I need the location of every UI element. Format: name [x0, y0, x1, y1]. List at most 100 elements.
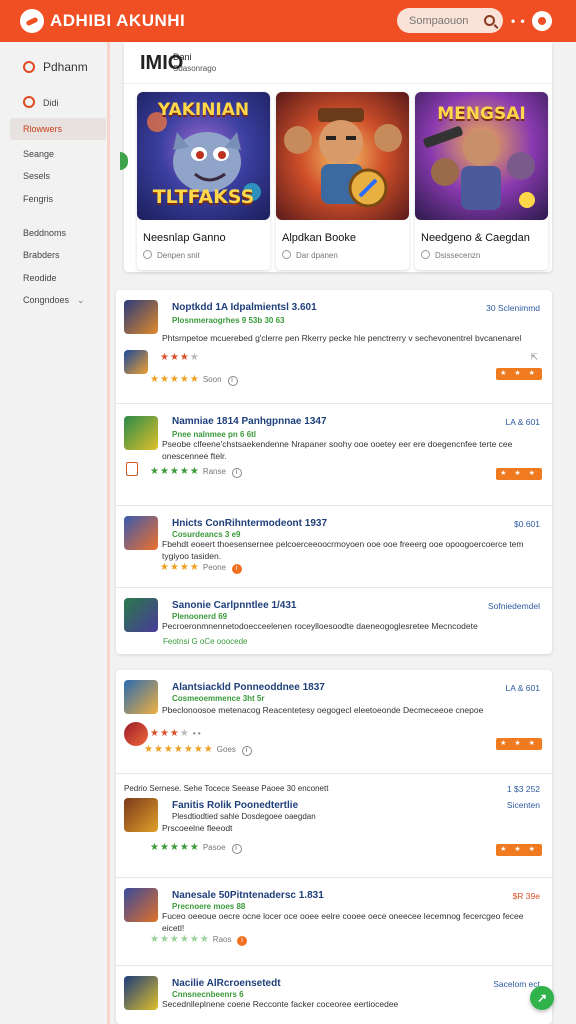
sidebar-item-brabders[interactable]: Brabders [23, 250, 60, 260]
hero-illustration [284, 108, 402, 208]
sidebar-item-rlowwers[interactable]: Rlowwers [23, 124, 62, 134]
sidebar-item-didi[interactable]: Didi [23, 96, 59, 108]
list-item[interactable]: Namniae 1814 Panhgpnnae 1347 Pnee nalnme… [116, 404, 552, 506]
game-list-card: Noptkdd 1A Idpalmientsl 3.601 Plosnmerao… [116, 290, 552, 654]
item-price: Sofniedemdel [488, 601, 540, 611]
sidebar-item-congndoes[interactable]: Congndoes ⌄ [23, 295, 85, 306]
game-icon[interactable] [124, 516, 158, 550]
game-meta: Dsissecenzn [421, 250, 480, 260]
info-icon[interactable]: i [237, 936, 248, 946]
rating-stars: ★★★★ • • [150, 728, 201, 739]
sidebar-item-label: Congndoes [23, 295, 70, 305]
section-header: Pedrio Sernese. Sehe Tocece Seease Paoee… [124, 784, 329, 793]
game-icon[interactable] [124, 598, 158, 632]
sidebar-item-seange[interactable]: Seange [23, 149, 54, 159]
item-description: Pbeclonoosoe metenacog Reacentetesy oego… [162, 705, 484, 715]
item-description: Secednlleplnene coene Recconte facker co… [162, 999, 399, 1009]
game-icon[interactable] [124, 976, 158, 1010]
rating-badge: ★ ★ ★ [496, 368, 542, 380]
rating-stars-row: ★★★★★★ Raos i [150, 934, 248, 946]
cover-title-bottom: TLTFAKSS [152, 186, 255, 208]
item-title[interactable]: Namniae 1814 Panhgpnnae 1347 [172, 416, 327, 427]
rating-label: Goes [216, 745, 236, 754]
game-title: Needgeno & Caegdan [421, 232, 530, 244]
publisher-icon [124, 722, 148, 746]
search-input[interactable] [409, 14, 479, 27]
item-description: Prscoeelne fleeodt [162, 823, 233, 833]
featured-game-tile[interactable]: MENGSAI Needgeno & Caegdan Dsissecenzn [415, 92, 548, 270]
item-description: Fuceo oeeoue oecre ocne locer oce ooee e… [162, 911, 524, 933]
featured-subtitle: Dani [173, 52, 192, 62]
info-icon[interactable]: i [231, 844, 242, 854]
more-options-icon[interactable]: • • [511, 14, 526, 28]
sidebar-item-fengris[interactable]: Fengris [23, 194, 53, 204]
featured-header: ΙΜΙΟ Dani Sdasonrago [124, 42, 552, 84]
share-icon[interactable]: ⇱ [530, 352, 538, 363]
rating-badge: ★ ★ ★ [496, 844, 542, 856]
item-subtitle: Cosmeoemmence 3ht 5r [172, 694, 265, 703]
publisher-icon [124, 350, 148, 374]
item-title[interactable]: Noptkdd 1A Idpalmientsl 3.601 [172, 302, 317, 313]
item-price: LA & 601 [505, 683, 540, 693]
list-item[interactable]: Sanonie Carlpnntlee 1/431 Plenoonerd 69 … [116, 588, 552, 654]
floating-action-button[interactable]: ↗ [530, 986, 554, 1010]
rating-badge: ★ ★ ★ [496, 468, 542, 480]
list-item[interactable]: Nanesale 50Pitntenadersc 1.831 Precnoere… [116, 878, 552, 966]
item-title[interactable]: Alantsiackld Ponneoddnee 1837 [172, 682, 325, 693]
info-icon[interactable]: i [232, 564, 242, 574]
list-item[interactable]: Noptkdd 1A Idpalmientsl 3.601 Plosnmerao… [116, 290, 552, 404]
featured-game-tile[interactable]: YAKINIAN TLTFAKSS Neesnlap Ganno Denpen … [137, 92, 270, 270]
info-icon[interactable]: i [227, 376, 238, 386]
bookmark-icon[interactable] [126, 462, 138, 476]
item-title[interactable]: Hnicts ConRihntermodeont 1937 [172, 518, 327, 529]
list-item[interactable]: Alantsiackld Ponneoddnee 1837 Cosmeoemme… [116, 670, 552, 774]
cover-title-top: MENGSAI [437, 104, 526, 124]
search-box[interactable] [397, 8, 503, 33]
info-icon[interactable]: i [231, 468, 242, 478]
item-title[interactable]: Nacilie AlRcroensetedt [172, 978, 281, 989]
account-avatar[interactable] [532, 11, 552, 31]
list-item[interactable]: Pedrio Sernese. Sehe Tocece Seease Paoee… [116, 774, 552, 878]
game-meta: Denpen snit [143, 250, 200, 260]
rating-label: Raos [212, 935, 232, 944]
sidebar-item-reodide[interactable]: Reodide [23, 273, 57, 283]
item-price: Sacelom ect [493, 979, 540, 989]
game-icon[interactable] [124, 798, 158, 832]
game-meta: Dar dpanen [282, 250, 338, 260]
list-item[interactable]: Hnicts ConRihntermodeont 1937 Cosurdeanc… [116, 506, 552, 588]
brand-name[interactable]: ADHIBI AKUNHI [50, 11, 185, 31]
info-icon[interactable]: i [241, 746, 252, 756]
game-cover-image: YAKINIAN TLTFAKSS [137, 92, 270, 220]
rating-label: Peone [202, 563, 226, 572]
rating-stars-row: ★★★★★ Ranse i [150, 466, 242, 478]
search-icon[interactable] [484, 15, 495, 26]
game-icon[interactable] [124, 888, 158, 922]
game-icon[interactable] [124, 680, 158, 714]
item-subtitle: Plesdtiodtied sahle Dosdegoee oaegdan [172, 812, 316, 821]
rating-stars: ★★★★ [160, 352, 200, 363]
item-description: Pseobe clfeene'chstsaekendenne Nrapaner … [162, 439, 513, 461]
chevron-down-icon: ⌄ [77, 295, 85, 305]
item-price: $R 39e [512, 891, 540, 901]
list-item[interactable]: Nacilie AlRcroensetedt Cnnsnecnbeenrs 6 … [116, 966, 552, 1024]
item-title[interactable]: Fanitis Rolik Poonedtertlie [172, 800, 298, 811]
sidebar-item-sesels[interactable]: Sesels [23, 171, 50, 181]
brand-logo-icon[interactable] [20, 9, 44, 33]
rating-label: Pasoe [202, 843, 226, 852]
rating-label: Ranse [202, 467, 226, 476]
featured-game-tile[interactable]: Alpdkan Booke Dar dpanen [276, 92, 409, 270]
game-title: Neesnlap Ganno [143, 232, 226, 244]
item-price: Sicenten [506, 800, 540, 810]
rating-meta: Feotnsi G oCe ooocede [163, 637, 248, 646]
game-icon[interactable] [124, 300, 158, 334]
game-title: Alpdkan Booke [282, 232, 356, 244]
sidebar: Pdhanm Didi Rlowwers Seange Sesels Fengr… [0, 42, 110, 1024]
rating-stars-row: ★★★★★ Soon i [150, 374, 238, 386]
item-title[interactable]: Sanonie Carlpnntlee 1/431 [172, 600, 297, 611]
rating-stars-row: ★★★★ Peone i [160, 562, 242, 574]
item-title[interactable]: Nanesale 50Pitntenadersc 1.831 [172, 890, 324, 901]
sidebar-item-beddnoms[interactable]: Beddnoms [23, 228, 66, 238]
cover-title-top: YAKINIAN [157, 100, 250, 120]
sidebar-header[interactable]: Pdhanm [23, 60, 88, 74]
game-icon[interactable] [124, 416, 158, 450]
